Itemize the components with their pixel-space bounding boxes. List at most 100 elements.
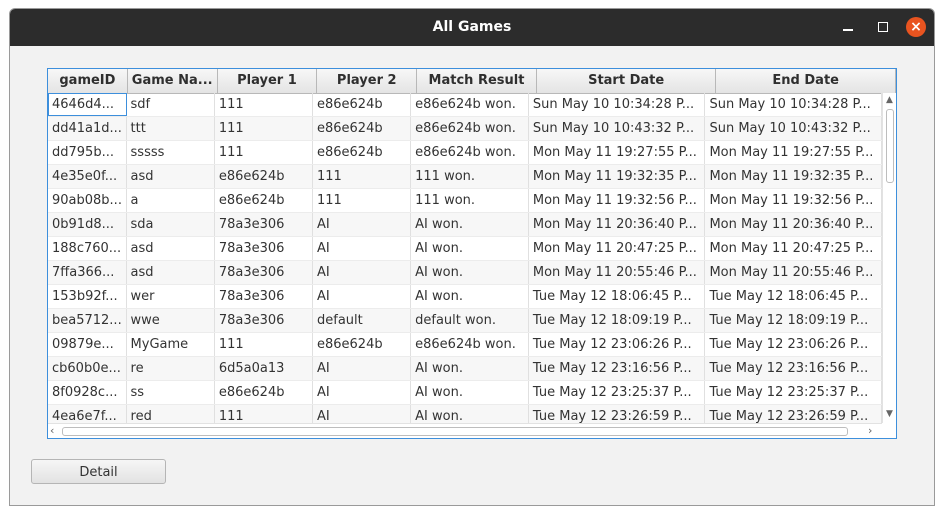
table-cell: e86e624b won. bbox=[411, 117, 529, 140]
close-icon[interactable]: × bbox=[906, 17, 926, 37]
table-cell: Sun May 10 10:34:28 P... bbox=[705, 93, 882, 116]
table-cell: Sun May 10 10:43:32 P... bbox=[529, 117, 706, 140]
table-cell: asd bbox=[127, 261, 215, 284]
table-cell: Mon May 11 20:55:46 P... bbox=[529, 261, 706, 284]
table-cell: 78a3e306 bbox=[215, 261, 313, 284]
horizontal-scroll-thumb[interactable] bbox=[62, 427, 848, 436]
table-cell: 4646d4... bbox=[48, 93, 127, 116]
table-cell: Tue May 12 23:16:56 P... bbox=[705, 357, 882, 380]
table-cell: dd795b... bbox=[48, 141, 127, 164]
table-cell: Tue May 12 23:26:59 P... bbox=[529, 405, 706, 423]
table-row[interactable]: 4e35e0f... asd e86e624b 111 111 won. Mon May … bbox=[48, 165, 882, 189]
table-row[interactable]: 4646d4... sdf 111 e86e624b e86e624b won. Sun … bbox=[48, 93, 882, 117]
table-cell: red bbox=[127, 405, 215, 423]
table-cell: 7ffa366... bbox=[48, 261, 127, 284]
table-row[interactable]: 188c760... asd 78a3e306 AI AI won. Mon May 11… bbox=[48, 237, 882, 261]
table-cell: asd bbox=[127, 165, 215, 188]
table-row[interactable]: dd41a1d... ttt 111 e86e624b e86e624b won. Sun… bbox=[48, 117, 882, 141]
column-header[interactable]: Game Na... bbox=[128, 69, 218, 93]
table-cell: ss bbox=[127, 381, 215, 404]
table-row[interactable]: 4ea6e7f... red 111 AI AI won. Tue May 12 23:2… bbox=[48, 405, 882, 423]
table-cell: 111 bbox=[215, 141, 313, 164]
table-cell: Sun May 10 10:43:32 P... bbox=[705, 117, 882, 140]
table-cell: AI bbox=[313, 381, 412, 404]
scroll-down-icon[interactable]: ▼ bbox=[886, 409, 893, 419]
table-cell: AI won. bbox=[411, 381, 529, 404]
games-table[interactable]: gameID Game Na... Player 1 Player 2 Match Re… bbox=[47, 68, 897, 439]
horizontal-scrollbar[interactable]: ‹ › bbox=[48, 423, 882, 438]
column-header[interactable]: Match Result bbox=[417, 69, 537, 93]
table-cell: e86e624b won. bbox=[411, 333, 529, 356]
table-cell: Tue May 12 23:16:56 P... bbox=[529, 357, 706, 380]
table-cell: AI bbox=[313, 237, 412, 260]
table-cell: 09879e... bbox=[48, 333, 127, 356]
window-title: All Games bbox=[432, 19, 512, 35]
table-cell: Mon May 11 19:32:56 P... bbox=[529, 189, 706, 212]
scroll-left-icon[interactable]: ‹ bbox=[50, 424, 54, 438]
table-cell: sssss bbox=[127, 141, 215, 164]
table-cell: Mon May 11 20:47:25 P... bbox=[705, 237, 882, 260]
table-row[interactable]: 7ffa366... asd 78a3e306 AI AI won. Mon May 11… bbox=[48, 261, 882, 285]
table-cell: 90ab08b... bbox=[48, 189, 127, 212]
table-row[interactable]: cb60b0e... re 6d5a0a13 AI AI won. Tue May 12 … bbox=[48, 357, 882, 381]
table-cell: 111 bbox=[215, 405, 313, 423]
table-cell: AI won. bbox=[411, 213, 529, 236]
table-cell: Mon May 11 19:32:35 P... bbox=[705, 165, 882, 188]
table-cell: AI won. bbox=[411, 285, 529, 308]
table-cell: wwe bbox=[127, 309, 215, 332]
table-header: gameID Game Na... Player 1 Player 2 Match Re… bbox=[48, 69, 896, 94]
table-cell: dd41a1d... bbox=[48, 117, 127, 140]
table-cell: e86e624b bbox=[215, 381, 313, 404]
table-row[interactable]: 8f0928c... ss e86e624b AI AI won. Tue May 12 … bbox=[48, 381, 882, 405]
table-row[interactable]: bea5712... wwe 78a3e306 default default won.… bbox=[48, 309, 882, 333]
column-header[interactable]: End Date bbox=[716, 69, 896, 93]
table-cell: Mon May 11 20:55:46 P... bbox=[705, 261, 882, 284]
table-row[interactable]: 09879e... MyGame 111 e86e624b e86e624b won. T… bbox=[48, 333, 882, 357]
table-cell: AI bbox=[313, 285, 412, 308]
table-cell: asd bbox=[127, 237, 215, 260]
table-cell: wer bbox=[127, 285, 215, 308]
scroll-up-icon[interactable]: ▲ bbox=[886, 95, 893, 105]
table-cell: Mon May 11 19:27:55 P... bbox=[705, 141, 882, 164]
column-header[interactable]: Player 1 bbox=[218, 69, 318, 93]
table-cell: e86e624b bbox=[215, 189, 313, 212]
table-cell: e86e624b bbox=[215, 165, 313, 188]
vertical-scroll-thumb[interactable] bbox=[886, 109, 894, 183]
table-cell: re bbox=[127, 357, 215, 380]
table-cell: a bbox=[127, 189, 215, 212]
table-row[interactable]: 90ab08b... a e86e624b 111 111 won. Mon May 11… bbox=[48, 189, 882, 213]
table-cell: 78a3e306 bbox=[215, 237, 313, 260]
table-cell: e86e624b won. bbox=[411, 93, 529, 116]
column-header[interactable]: Start Date bbox=[537, 69, 717, 93]
table-cell: 111 bbox=[215, 117, 313, 140]
table-cell: ttt bbox=[127, 117, 215, 140]
table-cell: 6d5a0a13 bbox=[215, 357, 313, 380]
table-cell: AI won. bbox=[411, 357, 529, 380]
table-cell: Mon May 11 20:36:40 P... bbox=[705, 213, 882, 236]
scroll-right-icon[interactable]: › bbox=[868, 424, 872, 438]
table-cell: 111 won. bbox=[411, 165, 529, 188]
table-row[interactable]: 0b91d8... sda 78a3e306 AI AI won. Mon May 11 … bbox=[48, 213, 882, 237]
table-cell: 0b91d8... bbox=[48, 213, 127, 236]
column-header[interactable]: gameID bbox=[48, 69, 128, 93]
table-cell: Tue May 12 23:06:26 P... bbox=[705, 333, 882, 356]
table-cell: Tue May 12 18:09:19 P... bbox=[529, 309, 706, 332]
table-cell: 8f0928c... bbox=[48, 381, 127, 404]
table-cell: Mon May 11 20:36:40 P... bbox=[529, 213, 706, 236]
column-header[interactable]: Player 2 bbox=[317, 69, 418, 93]
table-cell: Mon May 11 19:32:56 P... bbox=[705, 189, 882, 212]
minimize-icon[interactable] bbox=[839, 18, 857, 36]
table-cell: 153b92f... bbox=[48, 285, 127, 308]
maximize-icon[interactable] bbox=[874, 18, 892, 36]
detail-button[interactable]: Detail bbox=[31, 459, 166, 484]
table-cell: bea5712... bbox=[48, 309, 127, 332]
vertical-scrollbar[interactable]: ▲ ▼ bbox=[882, 93, 896, 423]
table-row[interactable]: dd795b... sssss 111 e86e624b e86e624b won. Mo… bbox=[48, 141, 882, 165]
table-cell: 111 bbox=[215, 93, 313, 116]
table-row[interactable]: 153b92f... wer 78a3e306 AI AI won. Tue May 12… bbox=[48, 285, 882, 309]
table-cell: MyGame bbox=[127, 333, 215, 356]
title-bar[interactable]: All Games × bbox=[10, 9, 934, 46]
table-cell: AI won. bbox=[411, 405, 529, 423]
table-cell: cb60b0e... bbox=[48, 357, 127, 380]
table-cell: AI bbox=[313, 405, 412, 423]
